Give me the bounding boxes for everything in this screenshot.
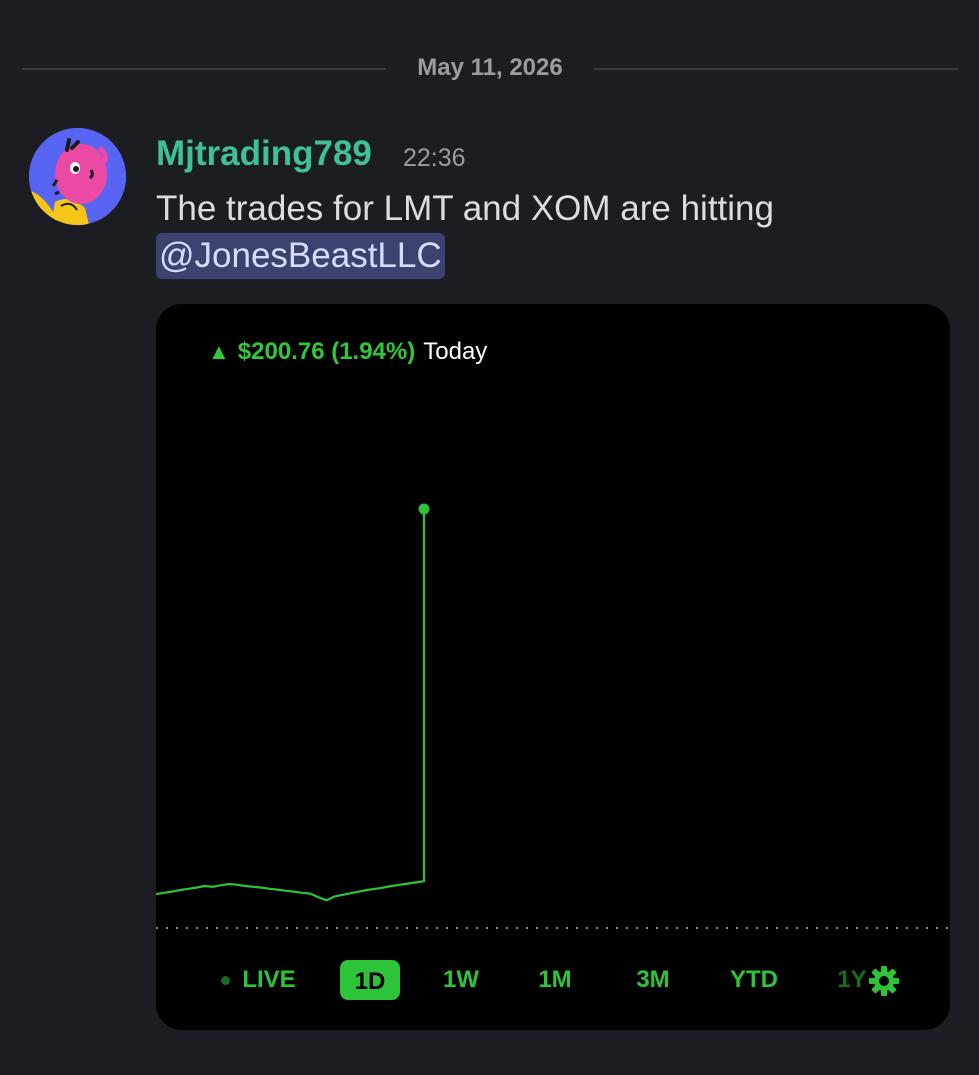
user-avatar[interactable] [29,128,126,225]
date-divider: May 11, 2026 [22,52,958,86]
date-divider-label: May 11, 2026 [417,54,563,81]
range-1d[interactable]: 1D [340,960,400,1000]
range-1w[interactable]: 1W [436,960,486,1000]
range-ytd[interactable]: YTD [722,960,786,1000]
range-live[interactable]: LIVE [238,960,300,1000]
chart-series-layer [156,503,430,902]
range-3m[interactable]: 3M [626,960,680,1000]
divider-line-left [22,68,386,70]
message-author[interactable]: Mjtrading789 [156,134,372,174]
avatar-illustration [29,128,126,225]
chart-embed-image[interactable]: ▲ $200.76 (1.94%) Today LIVE 1D 1W 1M 3M… [156,304,950,1030]
message-text: The trades for LMT and XOM are hitting [156,189,774,228]
change-amount: $200.76 (1.94%) [237,338,416,365]
series-line [156,509,426,902]
up-arrow-icon: ▲ [208,339,230,364]
range-1m[interactable]: 1M [530,960,580,1000]
change-period: Today [423,338,488,365]
message-timestamp: 22:36 [403,144,466,172]
stock-chart [156,503,950,929]
divider-line-right [594,68,958,70]
live-dot-icon [221,976,230,985]
series-last-point [418,503,430,515]
settings-gear-icon[interactable] [868,965,900,997]
time-range-selector: LIVE 1D 1W 1M 3M YTD 1Y [156,960,950,1004]
user-mention[interactable]: @JonesBeastLLC [156,233,445,279]
gain-summary: ▲ $200.76 (1.94%) Today [208,338,487,366]
